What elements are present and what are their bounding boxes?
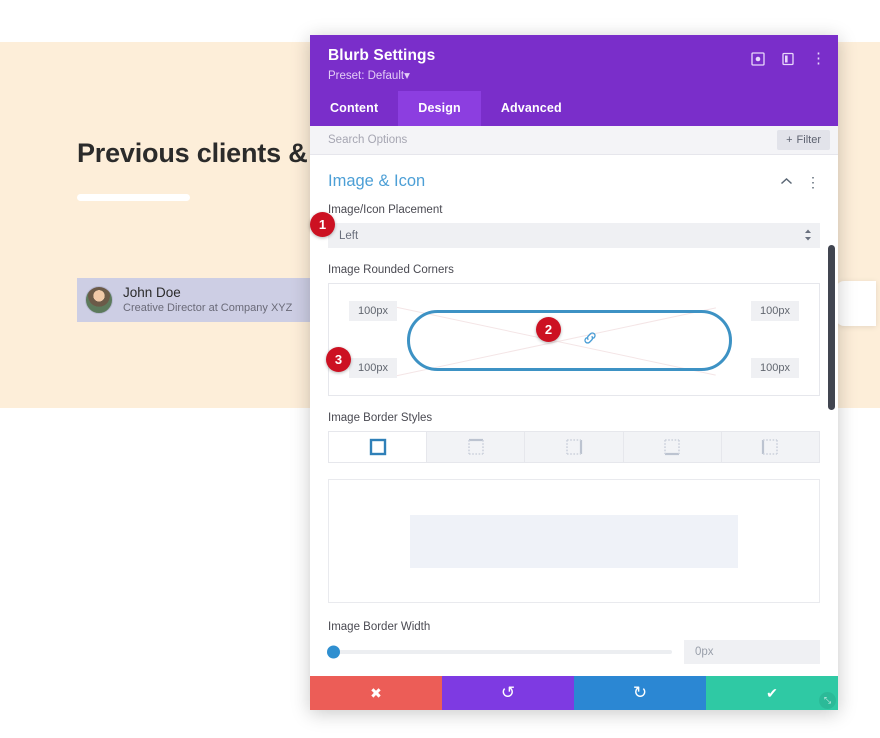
rounded-corners-label: Image Rounded Corners [328,264,454,276]
placement-label: Image/Icon Placement [328,204,443,216]
modal-tabs: Content Design Advanced [310,91,838,126]
border-width-value[interactable]: 0px [684,640,820,664]
border-style-top[interactable] [427,432,526,462]
border-style-all-sides[interactable] [329,432,428,462]
plus-icon: + [786,134,793,146]
corner-value-bottom-right[interactable]: 100px [751,358,799,378]
placement-value: Left [339,229,359,242]
section-title: Image & Icon [328,172,426,190]
section-menu-icon[interactable]: ⋮ [806,175,820,189]
border-style-left[interactable] [721,432,820,462]
modal-header: Blurb Settings Preset: Default▾ ⋮ [310,35,838,91]
border-width-label: Image Border Width [328,621,431,633]
corner-value-bottom-left[interactable]: 100px [349,358,397,378]
corner-value-top-right[interactable]: 100px [751,301,799,321]
resize-handle-icon[interactable]: ⤡ [819,692,836,709]
offscreen-panel-peek [836,281,876,326]
testimonial-name: John Doe [123,284,181,300]
focus-target-icon[interactable] [751,51,765,66]
cancel-button[interactable]: ✖ [310,676,442,710]
tab-design[interactable]: Design [398,91,481,126]
corner-value-top-left[interactable]: 100px [349,301,397,321]
link-corners-icon[interactable] [582,330,598,349]
border-width-slider[interactable] [327,645,672,659]
undo-icon: ↺ [500,683,516,702]
blurb-settings-modal: Blurb Settings Preset: Default▾ ⋮ Conten… [310,35,838,710]
tab-advanced[interactable]: Advanced [481,91,582,126]
field-image-border-width: Image Border Width 0px [327,621,820,664]
step-badge-3: 3 [326,347,351,372]
redo-icon: ↻ [632,683,648,702]
step-badge-2: 2 [536,317,561,342]
checkmark-icon: ✔ [766,684,778,701]
preset-label: Preset: Default [328,70,405,82]
redo-button[interactable]: ↻ [574,676,706,710]
panel-layout-icon[interactable] [781,52,795,66]
section-header-image-icon[interactable]: Image & Icon ⋮ [328,155,820,204]
slider-knob[interactable] [327,645,340,659]
header-icon-group: ⋮ [751,51,826,66]
filter-button[interactable]: + Filter [777,130,830,150]
border-width-preview-shape [410,514,738,568]
avatar [85,286,113,314]
modal-footer: ✖ ↺ ↻ ✔ ⤡ [310,676,838,710]
search-input[interactable] [328,134,778,146]
preset-selector[interactable]: Preset: Default▾ [328,68,822,82]
border-style-right[interactable] [525,432,624,462]
filter-label: Filter [796,134,821,146]
step-badge-1: 1 [310,212,335,237]
search-row: + Filter [310,126,838,155]
save-button[interactable]: ✔ [706,676,838,710]
tab-content[interactable]: Content [310,91,398,126]
rounded-corners-preview: 100px 100px 100px 100px [328,283,820,396]
border-style-bottom[interactable] [623,432,722,462]
select-arrows-icon [804,229,812,243]
testimonial-role: Creative Director at Company XYZ [123,301,293,314]
field-image-rounded-corners: Image Rounded Corners 100px 100px 100px … [328,264,820,396]
chevron-up-icon[interactable] [780,173,793,191]
corner-shape-preview [407,310,732,371]
testimonial-card[interactable]: John Doe Creative Director at Company XY… [77,278,337,322]
close-icon: ✖ [370,684,382,701]
modal-body: Image & Icon ⋮ Image/Icon Placement Left… [310,155,838,676]
heading-divider [77,194,190,201]
border-width-preview [328,479,820,603]
field-image-border-styles: Image Border Styles [328,412,820,463]
placement-select[interactable]: Left [328,223,820,248]
more-options-icon[interactable]: ⋮ [811,51,826,66]
border-styles-label: Image Border Styles [328,412,433,424]
scrollbar-thumb[interactable] [828,245,835,410]
field-image-icon-placement: Image/Icon Placement Left [328,204,820,248]
modal-title: Blurb Settings [328,47,436,64]
preset-caret-icon: ▾ [404,70,410,82]
undo-button[interactable]: ↺ [442,676,574,710]
border-styles-group [328,431,820,463]
scrollbar-track[interactable] [828,155,835,676]
